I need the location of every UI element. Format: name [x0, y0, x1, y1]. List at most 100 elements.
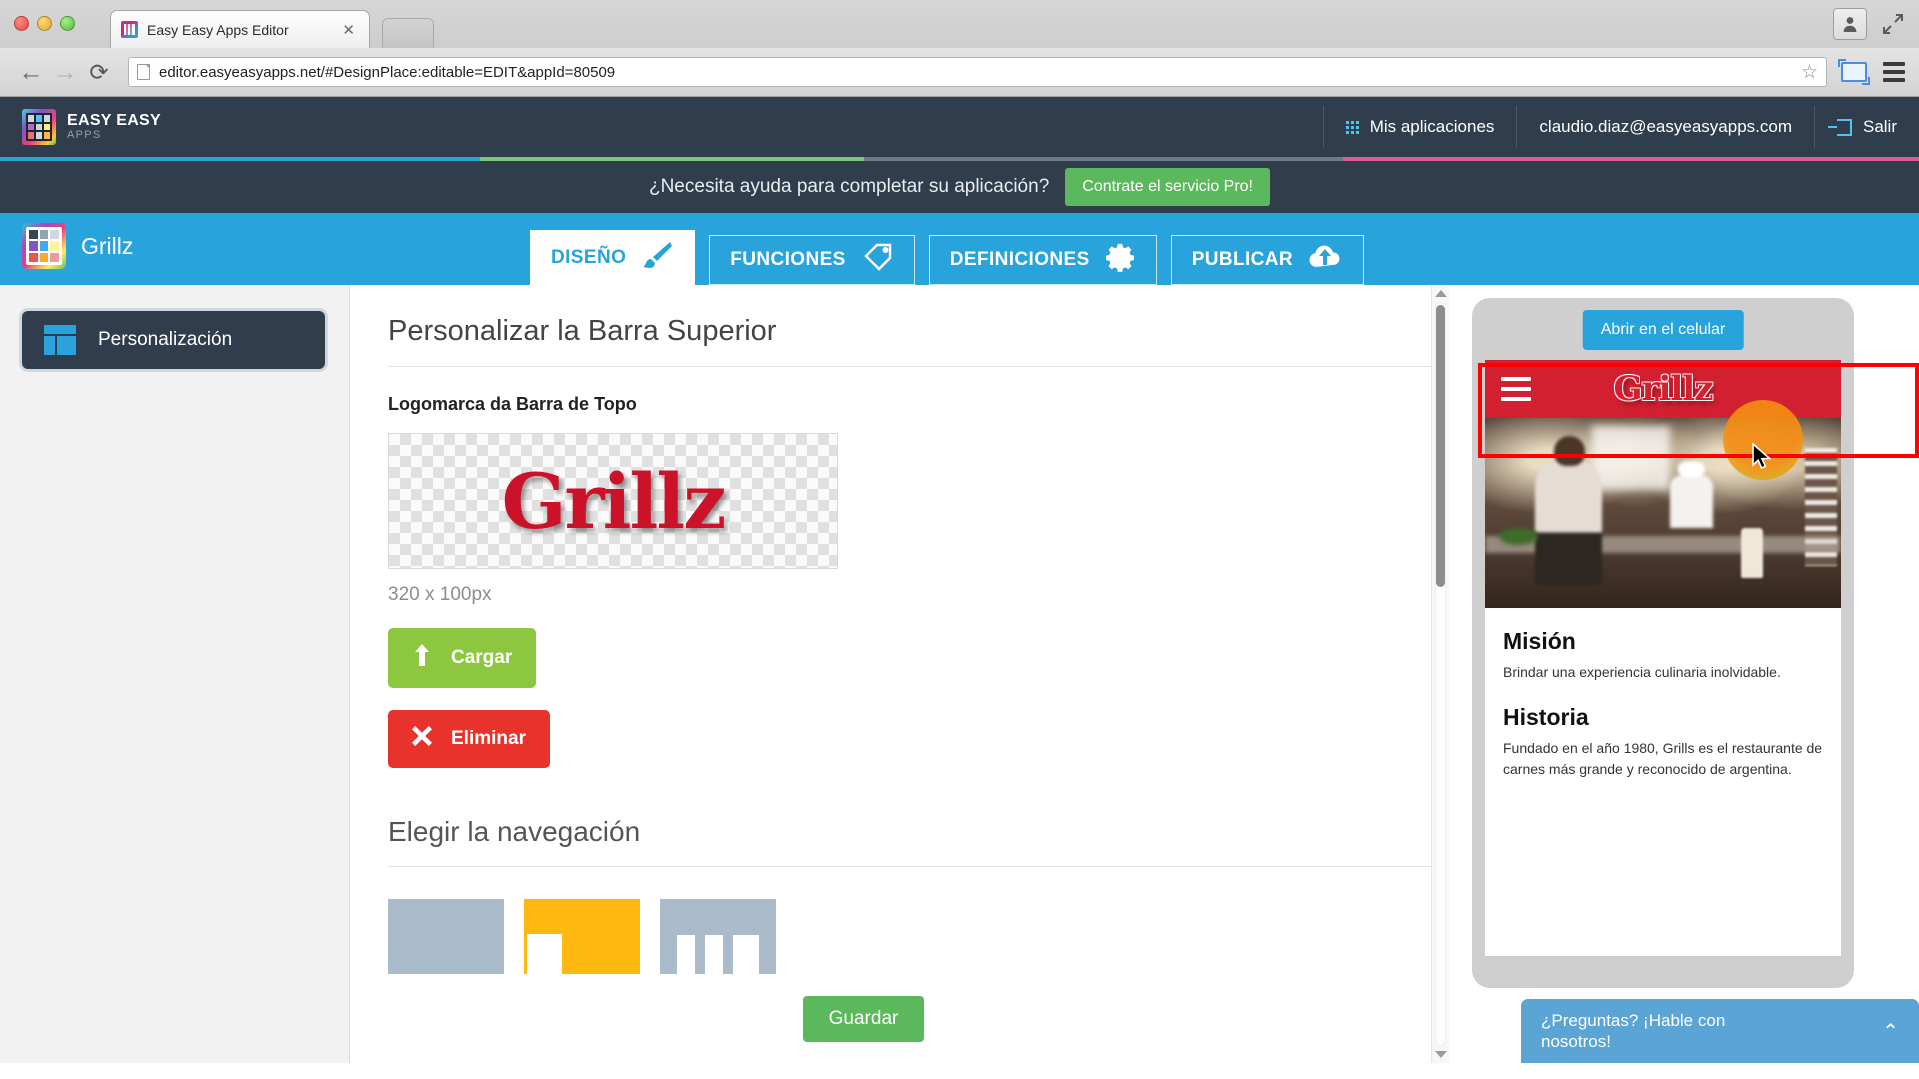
- scroll-up-arrow-icon[interactable]: [1432, 285, 1449, 302]
- account-email[interactable]: claudio.diaz@easyeasyapps.com: [1516, 106, 1814, 148]
- browser-tab[interactable]: Easy Easy Apps Editor ✕: [110, 10, 370, 48]
- browser-tabstrip: Easy Easy Apps Editor ✕: [0, 0, 1919, 48]
- upload-button[interactable]: Cargar: [388, 628, 536, 688]
- tab-publicar-label: PUBLICAR: [1192, 249, 1293, 271]
- forward-button[interactable]: →: [48, 60, 82, 85]
- chevron-up-icon[interactable]: ⌃: [1882, 1019, 1899, 1044]
- maximize-window-button[interactable]: [60, 16, 75, 31]
- bookmark-star-icon[interactable]: ☆: [1801, 61, 1818, 84]
- scroll-down-arrow-icon[interactable]: [1432, 1046, 1449, 1063]
- tab-funciones-label: FUNCIONES: [730, 249, 846, 271]
- upload-button-label: Cargar: [451, 647, 512, 669]
- tags-icon: [860, 242, 894, 278]
- nav-section-title: Elegir la navegación: [388, 816, 1449, 848]
- delete-button[interactable]: Eliminar: [388, 710, 550, 768]
- reload-button[interactable]: ⟳: [82, 61, 116, 84]
- save-button[interactable]: Guardar: [803, 996, 925, 1042]
- browser-menu-icon[interactable]: [1883, 62, 1905, 82]
- grid-apps-icon: [1346, 121, 1359, 134]
- close-window-button[interactable]: [14, 16, 29, 31]
- sidebar-item-label: Personalización: [98, 329, 232, 351]
- new-tab-button[interactable]: [382, 18, 434, 48]
- logout-label: Salir: [1863, 117, 1897, 137]
- tab-diseno[interactable]: DISEÑO: [530, 230, 695, 285]
- profile-avatar-icon[interactable]: [1833, 8, 1867, 40]
- chat-widget[interactable]: ¿Preguntas? ¡Hable con nosotros! ⌃: [1521, 999, 1919, 1063]
- app-navigation-bar: Grillz DISEÑO FUNCIONES DEFINICIONES: [0, 213, 1919, 285]
- upload-arrow-icon: [412, 644, 432, 672]
- divider: [388, 366, 1449, 367]
- logo-preview-text: Grillz: [502, 457, 725, 546]
- easyeasyapps-logo-icon: [22, 109, 56, 145]
- favicon-icon: [121, 21, 138, 38]
- close-icon[interactable]: ✕: [338, 21, 359, 39]
- phone-frame: Abrir en el celular Grillz: [1472, 298, 1854, 988]
- mouse-cursor: [1752, 443, 1774, 478]
- app-brand: Grillz: [0, 223, 133, 285]
- browser-toolbar: ← → ⟳ editor.easyeasyapps.net/#DesignPla…: [0, 48, 1919, 96]
- stripe-segment: [480, 157, 864, 161]
- mobile-content: Misión Brindar una experiencia culinaria…: [1485, 608, 1841, 799]
- nav-option-sidebar-drawer[interactable]: [524, 899, 640, 974]
- my-applications-link[interactable]: Mis aplicaciones: [1323, 106, 1517, 148]
- logo-preview[interactable]: Grillz: [388, 433, 838, 569]
- nav-option-grid-tiles[interactable]: [660, 899, 776, 974]
- hire-pro-service-button[interactable]: Contrate el servicio Pro!: [1065, 168, 1270, 206]
- cloud-upload-icon: [1307, 243, 1343, 277]
- browser-tab-title: Easy Easy Apps Editor: [147, 22, 338, 38]
- stripe-segment: [1343, 157, 1919, 161]
- app-header: EASY EASY APPS Mis aplicaciones claudio.…: [0, 97, 1919, 157]
- my-applications-label: Mis aplicaciones: [1370, 117, 1495, 137]
- paintbrush-icon: [640, 240, 674, 276]
- mobile-preview-panel: Abrir en el celular Grillz: [1449, 285, 1919, 1063]
- window-traffic-lights: [14, 16, 75, 31]
- tab-funciones[interactable]: FUNCIONES: [709, 235, 915, 285]
- fullscreen-icon[interactable]: [1881, 12, 1905, 36]
- page-document-icon: [137, 64, 150, 80]
- editor-tabs: DISEÑO FUNCIONES DEFINICIONES PUBLICAR: [530, 230, 1364, 285]
- history-heading: Historia: [1503, 704, 1823, 731]
- layout-icon: [44, 325, 76, 355]
- brand-name-line1: EASY EASY: [67, 113, 161, 130]
- tab-publicar[interactable]: PUBLICAR: [1171, 235, 1364, 285]
- tab-definiciones[interactable]: DEFINICIONES: [929, 235, 1157, 285]
- stripe-segment: [864, 157, 1344, 161]
- logo-dimensions-label: 320 x 100px: [388, 584, 1449, 606]
- delete-button-label: Eliminar: [451, 728, 526, 750]
- content-scrollbar[interactable]: [1431, 285, 1449, 1063]
- navigation-options: [388, 899, 1449, 974]
- header-color-stripe: [0, 157, 1919, 161]
- promo-text: ¿Necesita ayuda para completar su aplica…: [649, 176, 1049, 198]
- brand-wordmark: EASY EASY APPS: [67, 113, 161, 141]
- logo-field-label: Logomarca da Barra de Topo: [388, 394, 1449, 415]
- sidebar-item-personalizacion[interactable]: Personalización: [22, 311, 325, 369]
- divider-2: [388, 866, 1449, 867]
- minimize-window-button[interactable]: [37, 16, 52, 31]
- mobile-logo-text: Grillz: [1613, 369, 1712, 409]
- scrollbar-thumb[interactable]: [1436, 305, 1445, 587]
- promo-banner: ¿Necesita ayuda para completar su aplica…: [0, 161, 1919, 213]
- address-bar[interactable]: editor.easyeasyapps.net/#DesignPlace:edi…: [128, 57, 1827, 87]
- app-title: Grillz: [81, 233, 133, 260]
- browser-window-controls: [1833, 8, 1905, 40]
- scrollbar-track[interactable]: [1435, 302, 1446, 1046]
- open-on-mobile-button[interactable]: Abrir en el celular: [1583, 310, 1744, 350]
- back-button[interactable]: ←: [14, 60, 48, 85]
- address-bar-url: editor.easyeasyapps.net/#DesignPlace:edi…: [159, 64, 615, 81]
- chat-widget-label: ¿Preguntas? ¡Hable con nosotros!: [1541, 1010, 1791, 1053]
- sidebar: Personalización: [0, 285, 350, 1063]
- brand-name-line2: APPS: [67, 130, 161, 142]
- stripe-segment: [0, 157, 480, 161]
- hamburger-menu-icon[interactable]: [1501, 377, 1531, 401]
- cast-icon[interactable]: [1841, 62, 1867, 82]
- mission-heading: Misión: [1503, 628, 1823, 655]
- browser-chrome: Easy Easy Apps Editor ✕ ← → ⟳ editor.eas…: [0, 0, 1919, 97]
- page-title: Personalizar la Barra Superior: [388, 315, 1449, 348]
- header-nav: Mis aplicaciones claudio.diaz@easyeasyap…: [1323, 97, 1919, 157]
- account-email-label: claudio.diaz@easyeasyapps.com: [1539, 117, 1792, 137]
- nav-option-full-page[interactable]: [388, 899, 504, 974]
- gear-icon: [1104, 242, 1136, 278]
- main-content: Personalizar la Barra Superior Logomarca…: [350, 285, 1449, 1063]
- tab-diseno-label: DISEÑO: [551, 247, 626, 269]
- logout-link[interactable]: Salir: [1814, 106, 1919, 148]
